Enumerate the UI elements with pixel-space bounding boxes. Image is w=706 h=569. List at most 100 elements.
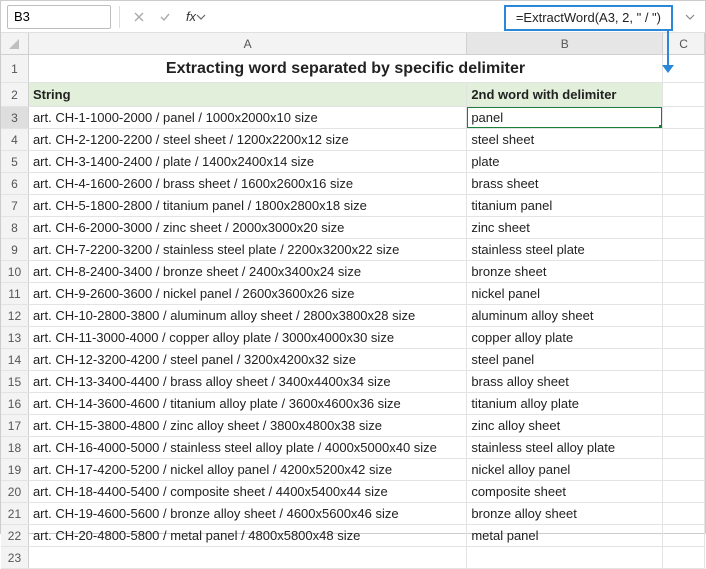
row-header[interactable]: 17 [1, 415, 29, 436]
row-header[interactable]: 4 [1, 129, 29, 150]
select-all-corner[interactable] [1, 33, 29, 54]
cell-string[interactable]: art. CH-10-2800-3800 / aluminum alloy sh… [29, 305, 467, 326]
cell-word[interactable]: nickel alloy panel [467, 459, 663, 480]
cell-string[interactable]: art. CH-16-4000-5000 / stainless steel a… [29, 437, 467, 458]
cell[interactable] [663, 239, 705, 260]
cell[interactable] [663, 327, 705, 348]
cell[interactable] [663, 129, 705, 150]
cell[interactable] [663, 195, 705, 216]
cell[interactable] [663, 525, 705, 546]
cell-string[interactable]: art. CH-15-3800-4800 / zinc alloy sheet … [29, 415, 467, 436]
cell-word[interactable]: steel panel [467, 349, 663, 370]
column-header-c[interactable]: C [663, 33, 705, 54]
cell-string[interactable]: art. CH-20-4800-5800 / metal panel / 480… [29, 525, 467, 546]
formula-expand-button[interactable] [681, 12, 699, 22]
cell[interactable] [663, 393, 705, 414]
cell-string[interactable]: art. CH-17-4200-5200 / nickel alloy pane… [29, 459, 467, 480]
cell-word[interactable]: brass alloy sheet [467, 371, 663, 392]
row-header[interactable]: 1 [1, 55, 29, 82]
cell-word[interactable]: zinc alloy sheet [467, 415, 663, 436]
cell-string[interactable]: art. CH-3-1400-2400 / plate / 1400x2400x… [29, 151, 467, 172]
cell-word[interactable]: stainless steel alloy plate [467, 437, 663, 458]
cell[interactable] [663, 415, 705, 436]
cell-string[interactable]: art. CH-19-4600-5600 / bronze alloy shee… [29, 503, 467, 524]
cell-word[interactable]: nickel panel [467, 283, 663, 304]
cell-word[interactable]: zinc sheet [467, 217, 663, 238]
row-header[interactable]: 23 [1, 547, 29, 568]
header-cell-string[interactable]: String [29, 83, 467, 106]
cell[interactable] [663, 151, 705, 172]
row-header[interactable]: 5 [1, 151, 29, 172]
cell[interactable] [663, 283, 705, 304]
column-header-a[interactable]: A [29, 33, 467, 54]
cell[interactable] [663, 459, 705, 480]
row-header[interactable]: 2 [1, 83, 29, 106]
row-header[interactable]: 13 [1, 327, 29, 348]
row-header[interactable]: 15 [1, 371, 29, 392]
cell[interactable] [663, 547, 705, 568]
cell-string[interactable]: art. CH-8-2400-3400 / bronze sheet / 240… [29, 261, 467, 282]
cell[interactable] [663, 437, 705, 458]
cell[interactable] [663, 107, 705, 128]
insert-function-button[interactable]: fx [180, 6, 202, 28]
row-header[interactable]: 6 [1, 173, 29, 194]
header-cell-word[interactable]: 2nd word with delimiter [467, 83, 663, 106]
cell-string[interactable]: art. CH-6-2000-3000 / zinc sheet / 2000x… [29, 217, 467, 238]
cell-string[interactable]: art. CH-18-4400-5400 / composite sheet /… [29, 481, 467, 502]
cell-word[interactable]: bronze sheet [467, 261, 663, 282]
row-header[interactable]: 8 [1, 217, 29, 238]
cell[interactable] [663, 173, 705, 194]
cell-word[interactable]: titanium panel [467, 195, 663, 216]
cell-word[interactable]: plate [467, 151, 663, 172]
name-box[interactable] [7, 5, 111, 29]
row-header[interactable]: 18 [1, 437, 29, 458]
cell-string[interactable]: art. CH-7-2200-3200 / stainless steel pl… [29, 239, 467, 260]
cell-string[interactable]: art. CH-11-3000-4000 / copper alloy plat… [29, 327, 467, 348]
cell-word[interactable]: brass sheet [467, 173, 663, 194]
column-header-b[interactable]: B [467, 33, 663, 54]
cell-word[interactable]: titanium alloy plate [467, 393, 663, 414]
cell-string[interactable]: art. CH-14-3600-4600 / titanium alloy pl… [29, 393, 467, 414]
cell-string[interactable]: art. CH-5-1800-2800 / titanium panel / 1… [29, 195, 467, 216]
cell-word[interactable]: metal panel [467, 525, 663, 546]
row-header[interactable]: 14 [1, 349, 29, 370]
enter-formula-button[interactable] [154, 6, 176, 28]
row-header[interactable]: 21 [1, 503, 29, 524]
cell-string[interactable]: art. CH-9-2600-3600 / nickel panel / 260… [29, 283, 467, 304]
cancel-formula-button[interactable] [128, 6, 150, 28]
row-header[interactable]: 19 [1, 459, 29, 480]
cell-word[interactable]: copper alloy plate [467, 327, 663, 348]
cell-word[interactable]: steel sheet [467, 129, 663, 150]
row-header[interactable]: 10 [1, 261, 29, 282]
row-header[interactable]: 3 [1, 107, 29, 128]
cell-word[interactable]: bronze alloy sheet [467, 503, 663, 524]
cell-string[interactable]: art. CH-4-1600-2600 / brass sheet / 1600… [29, 173, 467, 194]
row-header[interactable]: 7 [1, 195, 29, 216]
cell[interactable] [663, 217, 705, 238]
cell[interactable] [663, 305, 705, 326]
cell-word[interactable]: aluminum alloy sheet [467, 305, 663, 326]
row-header[interactable]: 16 [1, 393, 29, 414]
row-header[interactable]: 9 [1, 239, 29, 260]
fill-handle[interactable] [659, 125, 663, 128]
cell-string[interactable]: art. CH-2-1200-2200 / steel sheet / 1200… [29, 129, 467, 150]
cell-string[interactable]: art. CH-12-3200-4200 / steel panel / 320… [29, 349, 467, 370]
cell[interactable] [663, 481, 705, 502]
cell[interactable] [29, 547, 467, 568]
cell[interactable] [663, 503, 705, 524]
cell-string[interactable]: art. CH-1-1000-2000 / panel / 1000x2000x… [29, 107, 467, 128]
cell-word[interactable]: stainless steel plate [467, 239, 663, 260]
cell-word[interactable]: composite sheet [467, 481, 663, 502]
cell[interactable] [467, 547, 663, 568]
cell-string[interactable]: art. CH-13-3400-4400 / brass alloy sheet… [29, 371, 467, 392]
cell[interactable] [663, 261, 705, 282]
cell[interactable] [663, 349, 705, 370]
title-cell[interactable]: Extracting word separated by specific de… [29, 55, 663, 82]
cell[interactable] [663, 83, 705, 106]
cell-word[interactable]: panel [467, 107, 663, 128]
row-header[interactable]: 22 [1, 525, 29, 546]
cell[interactable] [663, 371, 705, 392]
row-header[interactable]: 12 [1, 305, 29, 326]
row-header[interactable]: 11 [1, 283, 29, 304]
row-header[interactable]: 20 [1, 481, 29, 502]
